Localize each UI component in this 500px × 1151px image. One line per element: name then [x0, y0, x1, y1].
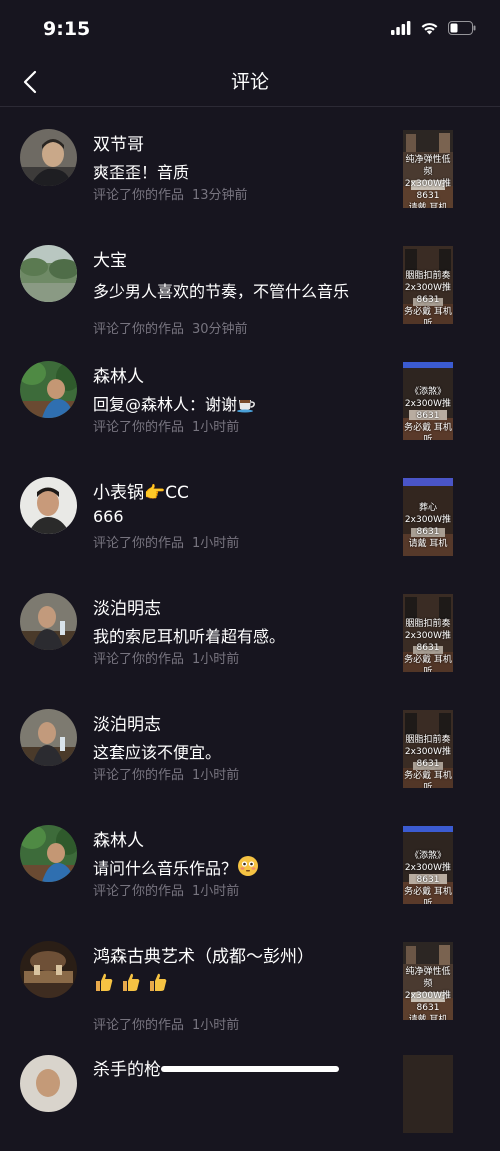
thumbnail-caption: 《添煞》 2x300W推8631 务必戴 耳机听	[404, 387, 452, 440]
nav-bar: 评论	[0, 58, 500, 107]
flushed-face-emoji-icon	[237, 855, 259, 881]
comment-text: 爽歪歪！音质	[93, 163, 190, 182]
user-name[interactable]: 鸿森古典艺术（成都～彭州）	[93, 942, 314, 967]
comment-time: 30分钟前	[192, 322, 248, 337]
comment-action: 评论了你的作品	[93, 420, 185, 435]
comment-text	[93, 971, 169, 997]
comment-action: 评论了你的作品	[93, 1018, 185, 1033]
video-thumbnail[interactable]: 胭脂扣前奏 2x300W推8631 务必戴 耳机听	[403, 246, 453, 324]
comment-meta: 评论了你的作品 13分钟前	[93, 184, 248, 203]
comment-text: 回复@森林人：谢谢	[93, 391, 257, 417]
video-thumbnail[interactable]: 胭脂扣前奏 2x300W推8631 务必戴 耳机听	[403, 710, 453, 788]
video-thumbnail[interactable]	[403, 1055, 453, 1133]
user-name[interactable]: 双节哥	[93, 130, 144, 155]
video-thumbnail[interactable]: 《添煞》 2x300W推8631 务必戴 耳机听	[403, 362, 453, 440]
comment-item[interactable]: 森林人 请问什么音乐作品？ 评论了你的作品 1小时前 《添煞》 2x300W推86…	[0, 803, 500, 919]
user-name[interactable]: 淡泊明志	[93, 710, 161, 735]
status-bar: 9:15	[0, 0, 500, 58]
page-title: 评论	[230, 71, 269, 93]
comment-item[interactable]: 淡泊明志 这套应该不便宜。 评论了你的作品 1小时前 胭脂扣前奏 2x300W推8…	[0, 687, 500, 803]
comment-item[interactable]: 杀手的枪	[0, 1035, 500, 1151]
comment-action: 评论了你的作品	[93, 768, 185, 783]
user-name[interactable]: 淡泊明志	[93, 594, 161, 619]
thumbs-up-emoji-icon	[147, 971, 169, 997]
comment-action: 评论了你的作品	[93, 322, 185, 337]
cellular-signal-icon	[391, 20, 411, 39]
comment-text-content: 回复@森林人：谢谢	[93, 395, 238, 414]
avatar[interactable]	[20, 361, 77, 418]
comment-time: 1小时前	[192, 768, 240, 783]
comment-meta: 评论了你的作品 30分钟前	[93, 318, 248, 337]
thumbnail-caption: 胭脂扣前奏 2x300W推8631 务必戴 耳机听	[404, 735, 452, 788]
user-name[interactable]: 森林人	[93, 826, 144, 851]
comment-action: 评论了你的作品	[93, 536, 185, 551]
comment-action: 评论了你的作品	[93, 188, 185, 203]
avatar[interactable]	[20, 593, 77, 650]
comment-text: 我的索尼耳机听着超有感。	[93, 627, 286, 646]
user-name[interactable]: 小表锅👉CC	[93, 478, 189, 503]
thumbnail-caption: 葬心 2x300W推8631 请戴 耳机	[404, 503, 452, 549]
video-thumbnail[interactable]: 纯净弹性低频 2x300W推8631 请戴 耳机	[403, 130, 453, 208]
comment-text: 请问什么音乐作品？	[93, 855, 259, 881]
video-thumbnail[interactable]: 《添煞》 2x300W推8631 务必戴 耳机听	[403, 826, 453, 904]
comment-time: 1小时前	[192, 1018, 240, 1033]
battery-icon	[448, 20, 476, 39]
comment-meta: 评论了你的作品 1小时前	[93, 416, 239, 435]
avatar[interactable]	[20, 245, 77, 302]
comment-time: 13分钟前	[192, 188, 248, 203]
comment-item[interactable]: 淡泊明志 我的索尼耳机听着超有感。 评论了你的作品 1小时前 胭脂扣前奏 2x30…	[0, 571, 500, 687]
comment-item[interactable]: 鸿森古典艺术（成都～彭州） 评论了你的作品 1小时前 纯净弹性低频 2x300W推…	[0, 919, 500, 1035]
user-name[interactable]: 大宝	[93, 246, 127, 271]
avatar[interactable]	[20, 825, 77, 882]
comment-item[interactable]: 大宝 多少男人喜欢的节奏，不管什么音乐 评论了你的作品 30分钟前 胭脂扣前奏 2…	[0, 223, 500, 339]
comment-time: 1小时前	[192, 652, 240, 667]
coffee-emoji-icon	[237, 395, 257, 417]
comment-action: 评论了你的作品	[93, 884, 185, 899]
thumbnail-caption: 纯净弹性低频 2x300W推8631 请戴 耳机	[404, 155, 452, 208]
home-indicator	[161, 1066, 339, 1072]
thumbs-up-emoji-icon	[120, 971, 142, 997]
avatar[interactable]	[20, 1055, 77, 1112]
comment-meta: 评论了你的作品 1小时前	[93, 1014, 239, 1033]
status-time: 9:15	[43, 18, 91, 40]
thumbnail-caption: 《添煞》 2x300W推8631 务必戴 耳机听	[404, 851, 452, 904]
avatar[interactable]	[20, 129, 77, 186]
comment-time: 1小时前	[192, 884, 240, 899]
comment-action: 评论了你的作品	[93, 652, 185, 667]
comment-text-content: 请问什么音乐作品？	[93, 859, 238, 878]
video-thumbnail[interactable]: 胭脂扣前奏 2x300W推8631 务必戴 耳机听	[403, 594, 453, 672]
thumbnail-caption: 纯净弹性低频 2x300W推8631 请戴 耳机	[404, 967, 452, 1020]
wifi-icon	[420, 20, 439, 39]
avatar[interactable]	[20, 477, 77, 534]
comment-text: 这套应该不便宜。	[93, 743, 222, 762]
comment-time: 1小时前	[192, 420, 240, 435]
comment-item[interactable]: 小表锅👉CC 666 评论了你的作品 1小时前 葬心 2x300W推8631 请戴…	[0, 455, 500, 571]
thumbs-up-emoji-icon	[93, 971, 115, 997]
comment-meta: 评论了你的作品 1小时前	[93, 880, 239, 899]
video-thumbnail[interactable]: 葬心 2x300W推8631 请戴 耳机	[403, 478, 453, 556]
video-thumbnail[interactable]: 纯净弹性低频 2x300W推8631 请戴 耳机	[403, 942, 453, 1020]
comment-list: 双节哥 爽歪歪！音质 评论了你的作品 13分钟前 纯净弹性低频 2x300W推86…	[0, 107, 500, 1151]
comment-time: 1小时前	[192, 536, 240, 551]
thumbnail-caption: 胭脂扣前奏 2x300W推8631 务必戴 耳机听	[404, 271, 452, 324]
avatar[interactable]	[20, 941, 77, 998]
user-name[interactable]: 杀手的枪	[93, 1055, 161, 1080]
comment-item[interactable]: 森林人 回复@森林人：谢谢 评论了你的作品 1小时前 《添煞》 2x300W推86…	[0, 339, 500, 455]
thumbnail-caption: 胭脂扣前奏 2x300W推8631 务必戴 耳机听	[404, 619, 452, 672]
comment-text: 666	[93, 507, 124, 526]
comment-item[interactable]: 双节哥 爽歪歪！音质 评论了你的作品 13分钟前 纯净弹性低频 2x300W推86…	[0, 107, 500, 223]
user-name[interactable]: 森林人	[93, 362, 144, 387]
comment-text: 多少男人喜欢的节奏，不管什么音乐	[93, 282, 350, 301]
comment-meta: 评论了你的作品 1小时前	[93, 532, 239, 551]
comment-meta: 评论了你的作品 1小时前	[93, 764, 239, 783]
avatar[interactable]	[20, 709, 77, 766]
status-icons	[391, 20, 476, 39]
comment-meta: 评论了你的作品 1小时前	[93, 648, 239, 667]
